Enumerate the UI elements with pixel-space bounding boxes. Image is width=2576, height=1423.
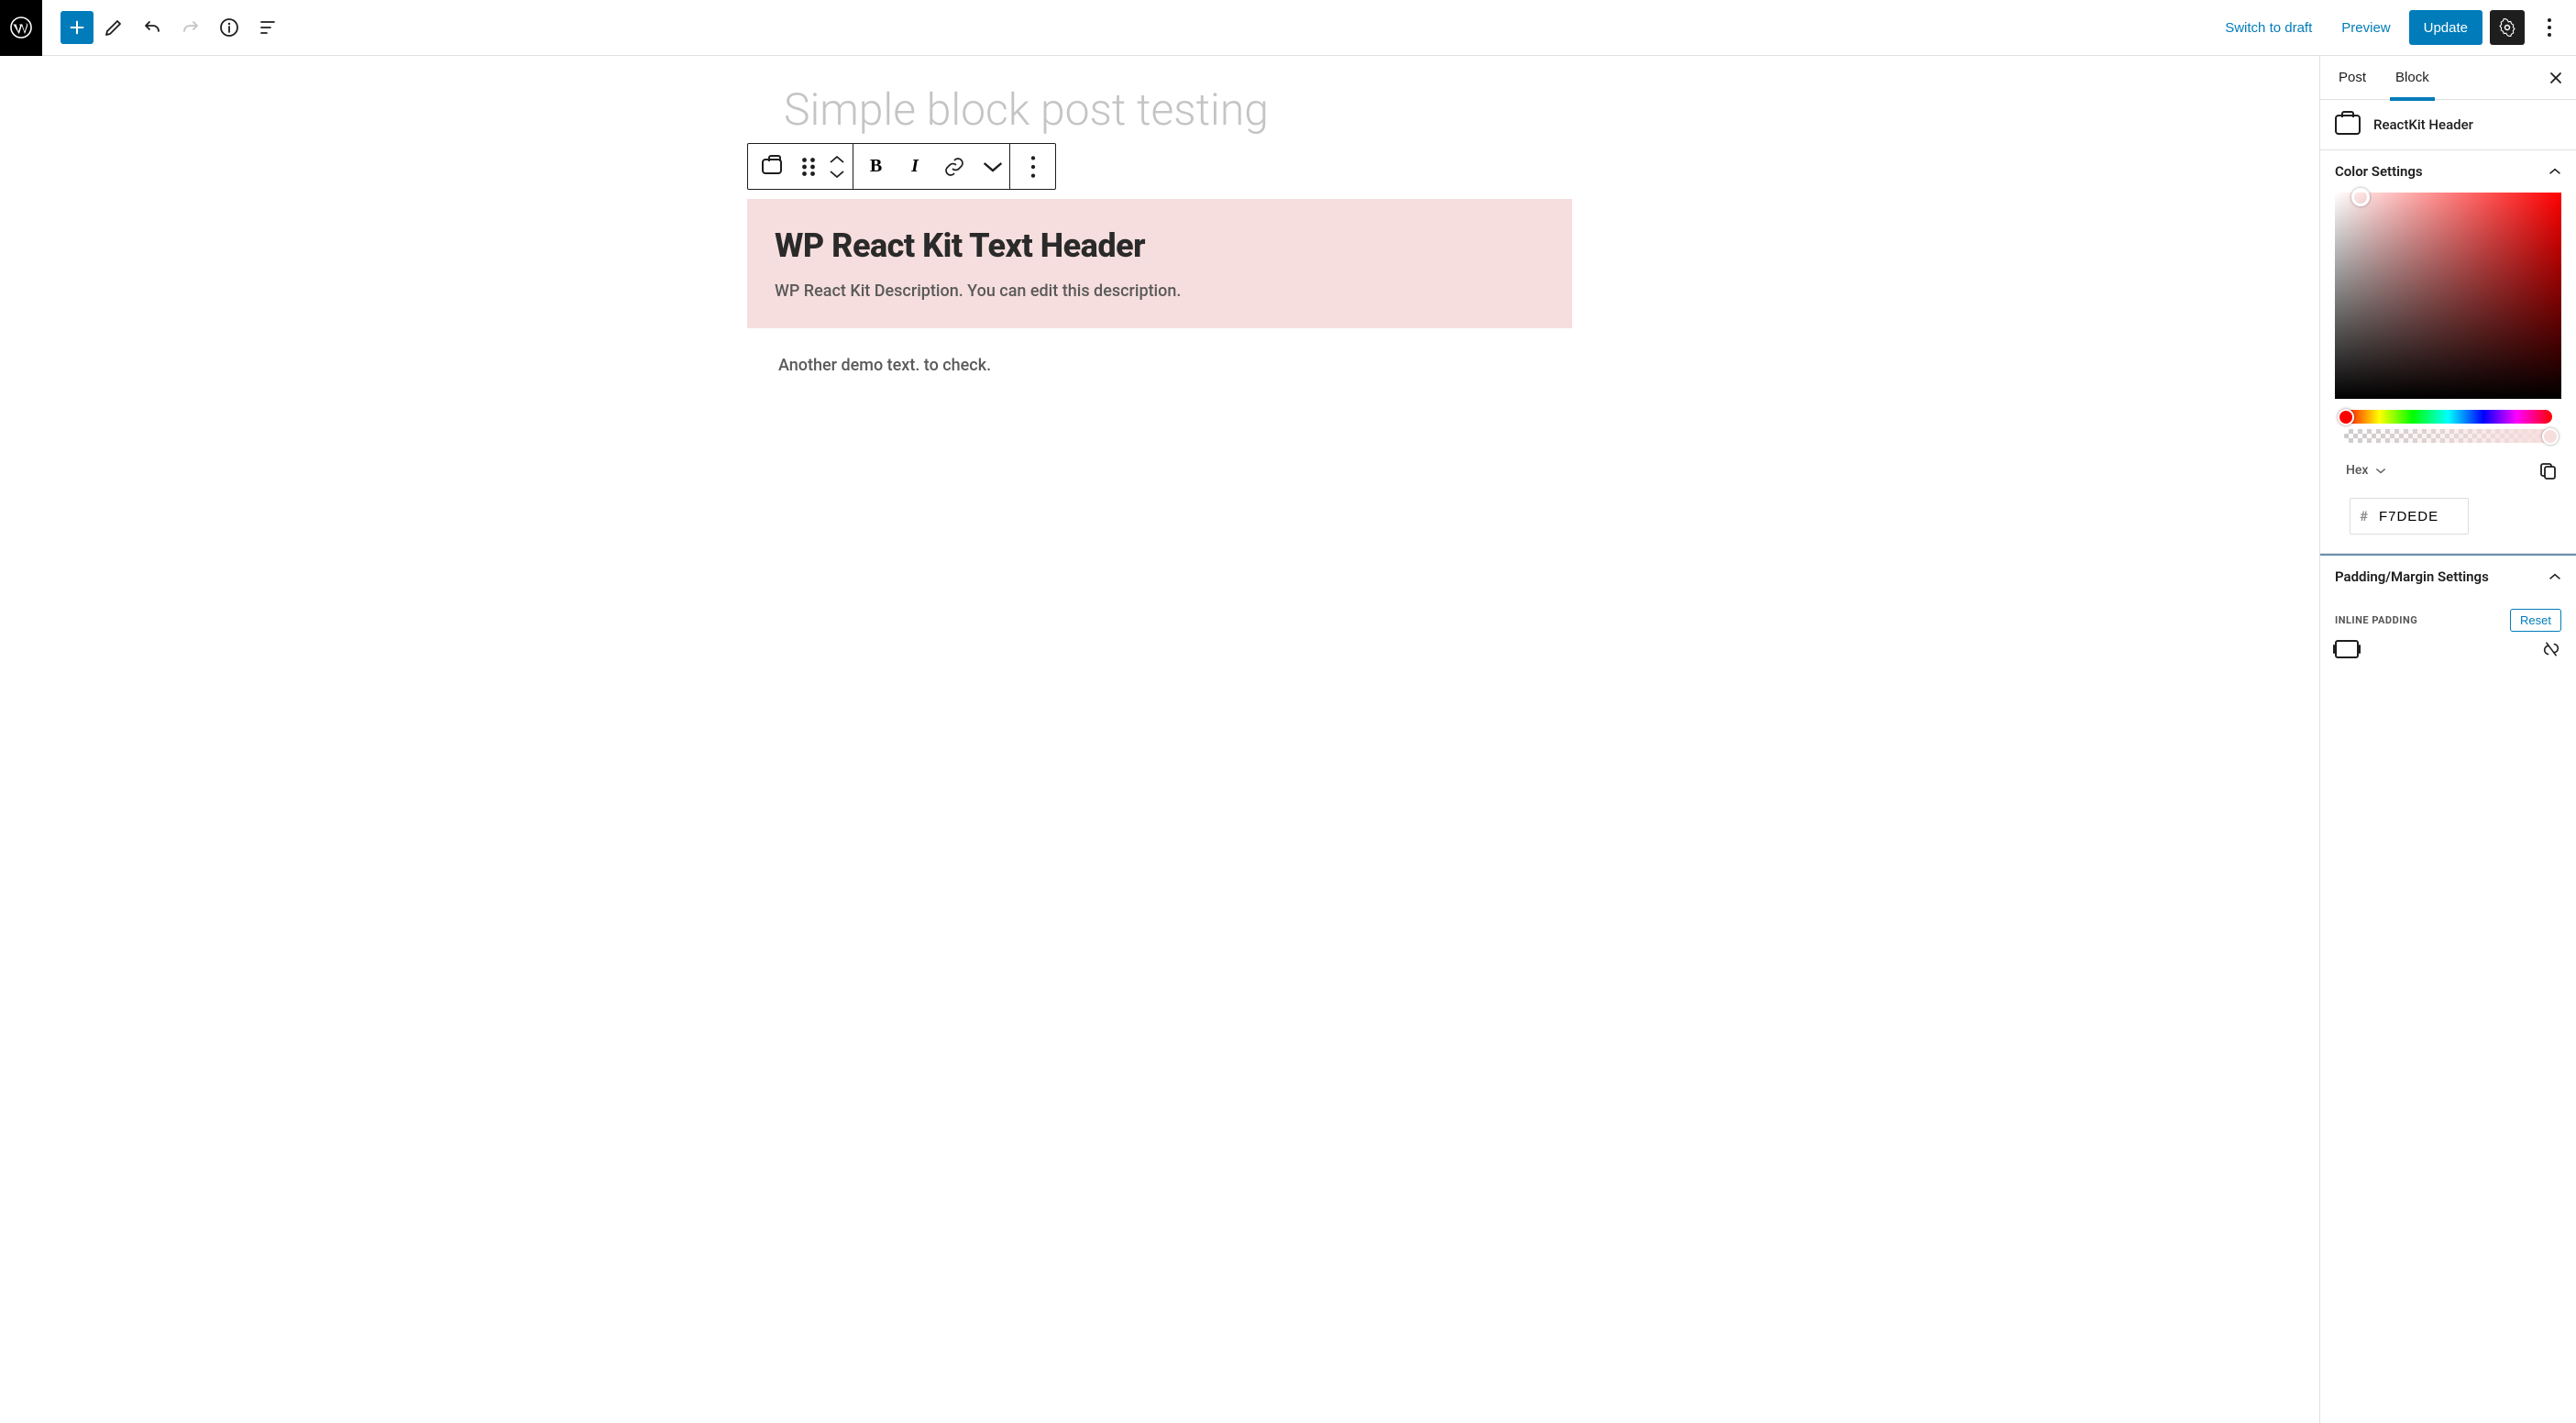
- hue-slider[interactable]: [2344, 410, 2552, 424]
- drag-handle[interactable]: [796, 144, 821, 189]
- block-description[interactable]: WP React Kit Description. You can edit t…: [775, 281, 1545, 301]
- redo-icon: [180, 17, 202, 39]
- reset-padding-button[interactable]: Reset: [2510, 609, 2561, 632]
- color-format-select[interactable]: Hex: [2339, 459, 2394, 481]
- add-block-button[interactable]: [61, 11, 94, 44]
- top-left-controls: [42, 9, 286, 46]
- wordpress-icon: [10, 17, 32, 39]
- link-button[interactable]: [931, 144, 976, 189]
- drag-icon: [798, 156, 820, 178]
- color-settings-panel: Color Settings Hex: [2320, 150, 2576, 554]
- list-view-button[interactable]: [249, 9, 286, 46]
- undo-button[interactable]: [134, 9, 171, 46]
- settings-sidebar: Post Block ReactKit Header Color Setting…: [2319, 56, 2576, 1423]
- more-options-button[interactable]: [2532, 10, 2567, 45]
- update-button[interactable]: Update: [2409, 10, 2482, 45]
- chevron-up-icon: [2548, 573, 2561, 580]
- italic-button[interactable]: I: [898, 144, 931, 189]
- gear-icon: [2498, 18, 2516, 37]
- editor-canvas[interactable]: Simple block post testing: [0, 56, 2319, 1423]
- color-saturation-field[interactable]: [2335, 193, 2561, 399]
- chevron-up-icon: [829, 155, 845, 164]
- inline-padding-icon: [2335, 640, 2359, 658]
- plus-icon: [67, 17, 87, 38]
- block-card-title: ReactKit Header: [2373, 116, 2473, 133]
- color-settings-toggle[interactable]: Color Settings: [2320, 150, 2576, 193]
- switch-to-draft-button[interactable]: Switch to draft: [2214, 13, 2323, 43]
- settings-toggle-button[interactable]: [2490, 10, 2525, 45]
- link-icon: [943, 156, 965, 178]
- unlink-icon: [2541, 639, 2561, 659]
- info-icon: [218, 17, 240, 39]
- hex-input[interactable]: [2377, 508, 2446, 525]
- preview-button[interactable]: Preview: [2330, 13, 2401, 43]
- block-heading[interactable]: WP React Kit Text Header: [775, 226, 1545, 265]
- italic-icon: I: [911, 156, 919, 177]
- color-picker-cursor[interactable]: [2351, 188, 2370, 206]
- panel-title: Color Settings: [2335, 163, 2423, 180]
- move-up-button[interactable]: [826, 152, 848, 167]
- block-type-button[interactable]: [748, 144, 796, 189]
- color-format-label: Hex: [2346, 463, 2368, 478]
- kebab-icon: [2548, 18, 2551, 37]
- unlink-sides-button[interactable]: [2541, 639, 2561, 659]
- chevron-down-icon: [2375, 468, 2386, 474]
- block-options-button[interactable]: [1010, 144, 1055, 189]
- block-card-icon: [2335, 115, 2361, 135]
- chevron-down-icon: [982, 156, 1004, 178]
- kebab-icon: [1022, 156, 1044, 178]
- more-formatting-button[interactable]: [976, 144, 1009, 189]
- panel-title: Padding/Margin Settings: [2335, 568, 2489, 585]
- editor-top-bar: Switch to draft Preview Update: [0, 0, 2576, 56]
- bold-button[interactable]: B: [853, 144, 898, 189]
- list-view-icon: [257, 17, 279, 39]
- bold-icon: B: [870, 156, 882, 177]
- post-title[interactable]: Simple block post testing: [784, 83, 1572, 137]
- sidebar-tabs: Post Block: [2320, 56, 2576, 100]
- wp-logo-button[interactable]: [0, 0, 42, 56]
- copy-icon: [2538, 461, 2557, 480]
- padding-settings-toggle[interactable]: Padding/Margin Settings: [2320, 556, 2576, 598]
- hue-slider-thumb[interactable]: [2338, 409, 2354, 425]
- redo-button[interactable]: [172, 9, 209, 46]
- alpha-slider[interactable]: [2344, 429, 2552, 443]
- hex-input-wrapper: #: [2350, 498, 2469, 535]
- move-down-button[interactable]: [826, 167, 848, 182]
- chevron-down-icon: [829, 170, 845, 179]
- chevron-up-icon: [2548, 168, 2561, 175]
- tab-post[interactable]: Post: [2324, 56, 2381, 100]
- details-button[interactable]: [211, 9, 248, 46]
- close-icon: [2548, 71, 2563, 85]
- copy-color-button[interactable]: [2537, 460, 2558, 480]
- hex-hash-label: #: [2350, 508, 2377, 524]
- top-right-controls: Switch to draft Preview Update: [2214, 10, 2576, 45]
- reactkit-header-block[interactable]: WP React Kit Text Header WP React Kit De…: [747, 199, 1572, 328]
- close-sidebar-button[interactable]: [2543, 64, 2570, 92]
- inline-padding-label: INLINE PADDING: [2335, 614, 2417, 626]
- pencil-icon: [103, 17, 125, 39]
- undo-icon: [141, 17, 163, 39]
- tab-block[interactable]: Block: [2381, 56, 2444, 100]
- edit-mode-button[interactable]: [95, 9, 132, 46]
- block-name-row: ReactKit Header: [2320, 100, 2576, 150]
- alpha-slider-thumb[interactable]: [2542, 428, 2559, 445]
- padding-margin-panel: Padding/Margin Settings INLINE PADDING R…: [2320, 554, 2576, 674]
- block-type-icon: [762, 159, 782, 174]
- paragraph-block[interactable]: Another demo text. to check.: [778, 356, 1572, 375]
- block-movers: [821, 144, 853, 189]
- block-toolbar: B I: [747, 143, 1056, 190]
